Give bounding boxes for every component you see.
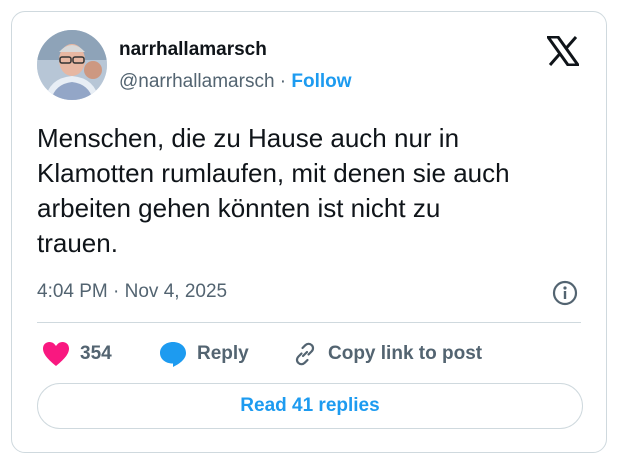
link-icon [295, 342, 315, 366]
reply-label: Reply [197, 343, 249, 364]
author-name[interactable]: narrhallamarsch [119, 39, 267, 61]
info-icon[interactable] [552, 280, 578, 306]
like-count: 354 [80, 343, 112, 364]
divider [37, 322, 581, 323]
author-handle-row: @narrhallamarsch · Follow [119, 71, 352, 93]
like-button[interactable]: 354 [42, 337, 112, 371]
avatar-image [37, 30, 107, 100]
embedded-post-card: narrhallamarsch @narrhallamarsch · Follo… [11, 11, 607, 453]
heart-icon [43, 342, 69, 366]
handle-separator: · [279, 71, 287, 92]
copy-link-label: Copy link to post [328, 343, 483, 364]
follow-button[interactable]: Follow [291, 71, 351, 92]
author-handle[interactable]: @narrhallamarsch [119, 71, 275, 92]
post-text: Menschen, die zu Hause auch nur in Klamo… [37, 123, 510, 258]
reply-button[interactable]: Reply [159, 337, 249, 371]
post-actions: 354 Reply Copy link to post [37, 337, 597, 371]
reply-bubble-icon [160, 342, 186, 367]
post-timestamp[interactable]: 4:04 PM · Nov 4, 2025 [37, 281, 227, 303]
copy-link-button[interactable]: Copy link to post [292, 337, 482, 371]
avatar[interactable] [37, 30, 107, 100]
read-replies-button[interactable]: Read 41 replies [37, 383, 583, 429]
x-logo-icon[interactable] [547, 36, 579, 66]
